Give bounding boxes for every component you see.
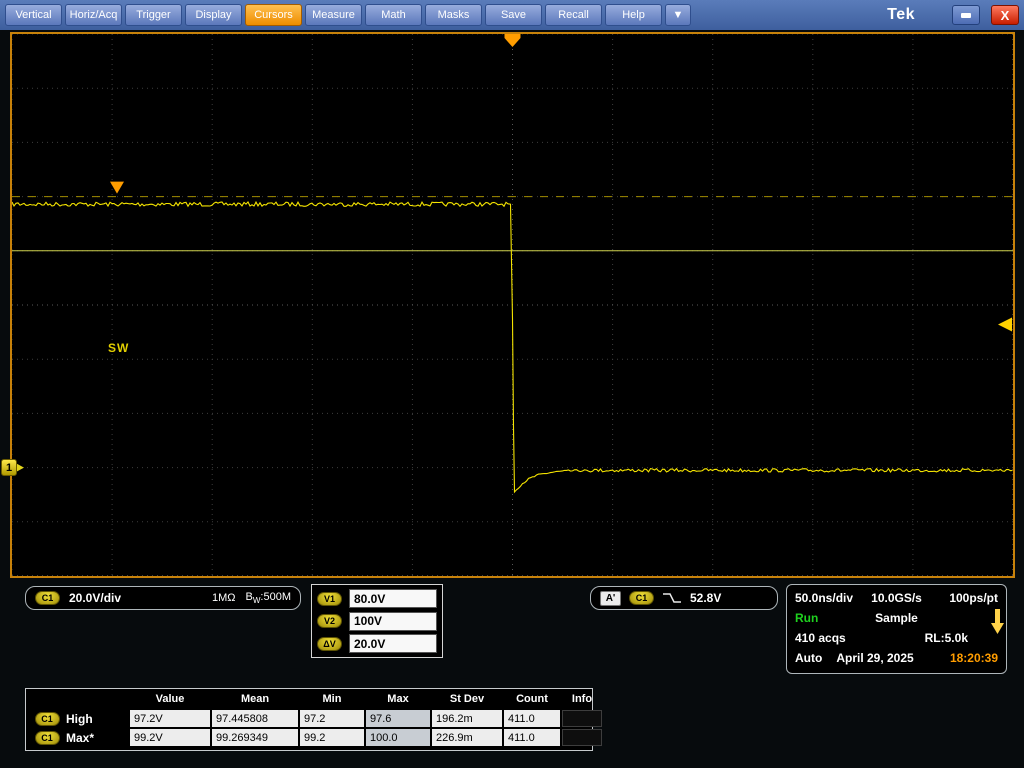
trigger-level-marker[interactable] — [998, 318, 1012, 332]
cursor-value-field[interactable]: 100V — [349, 612, 437, 631]
tek-logo: Tek — [887, 6, 915, 24]
channel1-scale: 20.0V/div — [69, 591, 121, 605]
meas-header-mean: Mean — [212, 693, 298, 708]
meas-header-min: Min — [300, 693, 364, 708]
meas-cell — [562, 729, 602, 746]
close-button[interactable]: X — [991, 5, 1019, 25]
trigger-source-badge: C1 — [629, 591, 654, 605]
meas-cell: 411.0 — [504, 729, 560, 746]
channel1-coupling: 1MΩ BW:500M — [212, 591, 291, 605]
sample-rate: 10.0GS/s — [871, 591, 922, 605]
menu-button-display[interactable]: Display — [185, 4, 242, 26]
trigger-a-badge: A' — [600, 591, 621, 606]
meas-header-st-dev: St Dev — [432, 693, 502, 708]
measurement-rows: C1High97.2V97.44580897.297.6196.2m411.0C… — [30, 710, 588, 746]
titlebar-right: Tek X — [887, 5, 1019, 25]
date-row: Auto April 29, 2025 18:20:39 — [795, 648, 998, 668]
menu-dropdown-button[interactable]: ▼ — [665, 4, 691, 26]
menu-button-recall[interactable]: Recall — [545, 4, 602, 26]
horizontal-row: 50.0ns/div 10.0GS/s 100ps/pt — [795, 588, 998, 608]
meas-source-badge: C1 — [35, 712, 60, 726]
cursor-row: V2 100V — [317, 611, 437, 632]
meas-header-info: Info — [562, 693, 602, 708]
meas-cell: 97.2 — [300, 710, 364, 727]
acq-date: April 29, 2025 — [836, 651, 913, 665]
meas-cell: 97.445808 — [212, 710, 298, 727]
acq-mode: Sample — [875, 611, 918, 625]
resolution: 100ps/pt — [949, 591, 998, 605]
meas-header-value: Value — [130, 693, 210, 708]
trigger-readout[interactable]: A' C1 52.8V — [590, 586, 778, 610]
waveform-display — [12, 34, 1013, 576]
marker-down-arrow-icon[interactable] — [991, 608, 1004, 635]
tekscope-window: VerticalHoriz/AcqTriggerDisplayCursorsMe… — [0, 0, 1024, 768]
meas-badge-cell: C1 — [30, 712, 64, 726]
minimize-button[interactable] — [952, 5, 980, 25]
cursor-value-field[interactable]: 20.0V — [349, 634, 437, 653]
meas-cell: 97.2V — [130, 710, 210, 727]
meas-cell: 97.6 — [366, 710, 430, 727]
meas-cell — [562, 710, 602, 727]
meas-cell: 411.0 — [504, 710, 560, 727]
cursor-marker[interactable] — [110, 182, 124, 194]
meas-source-badge: C1 — [35, 731, 60, 745]
cursor-badge-3: ΔV — [317, 637, 342, 651]
menu-button-save[interactable]: Save — [485, 4, 542, 26]
meas-cell: 99.269349 — [212, 729, 298, 746]
menu-button-trigger[interactable]: Trigger — [125, 4, 182, 26]
menu-button-horiz-acq[interactable]: Horiz/Acq — [65, 4, 122, 26]
run-state: Run — [795, 611, 818, 625]
menu-button-math[interactable]: Math — [365, 4, 422, 26]
meas-cell: 99.2 — [300, 729, 364, 746]
meas-cell: 99.2V — [130, 729, 210, 746]
measurement-row: C1 High97.2V97.44580897.297.6196.2m411.0 — [30, 710, 588, 727]
menu-button-help[interactable]: Help — [605, 4, 662, 26]
falling-edge-icon — [662, 591, 682, 605]
cursor-badge-1: V1 — [317, 592, 342, 606]
menu-bar: VerticalHoriz/AcqTriggerDisplayCursorsMe… — [0, 0, 1024, 30]
channel1-badge: C1 — [35, 591, 60, 605]
meas-cell: 196.2m — [432, 710, 502, 727]
channel1-readout[interactable]: C1 20.0V/div 1MΩ BW:500M — [25, 586, 301, 610]
menu-button-vertical[interactable]: Vertical — [5, 4, 62, 26]
record-length: RL:5.0k — [925, 631, 968, 645]
waveform-label-sw: SW — [108, 341, 129, 355]
minimize-icon — [961, 13, 971, 18]
cursor-value-field[interactable]: 80.0V — [349, 589, 437, 608]
trigger-mode: Auto — [795, 651, 822, 665]
channel1-ground-marker[interactable]: 1 — [1, 459, 17, 476]
menu-button-masks[interactable]: Masks — [425, 4, 482, 26]
trigger-position-marker[interactable] — [505, 34, 521, 47]
channel1-bandwidth: BW:500M — [246, 591, 291, 605]
meas-badge-cell: C1 — [30, 731, 64, 745]
meas-name: Max* — [66, 731, 128, 745]
meas-header-spacer — [66, 693, 128, 708]
cursor-readout-box: V1 80.0V V2 100V ΔV 20.0V — [311, 584, 443, 658]
meas-cell: 226.9m — [432, 729, 502, 746]
acq-time: 18:20:39 — [950, 651, 998, 665]
measurement-row: C1 Max*99.2V99.26934999.2100.0226.9m411.0 — [30, 729, 588, 746]
meas-cell: 100.0 — [366, 729, 430, 746]
menu-button-cursors[interactable]: Cursors — [245, 4, 302, 26]
measurement-header-row: ValueMeanMinMaxSt DevCountInfo — [30, 693, 588, 708]
meas-name: High — [66, 712, 128, 726]
waveform-c1-trace — [12, 202, 1013, 492]
meas-header-spacer — [30, 693, 64, 708]
meas-header-max: Max — [366, 693, 430, 708]
run-row: Run Sample — [795, 608, 998, 628]
acq-count-row: 410 acqs RL:5.0k — [795, 628, 998, 648]
acquisition-panel: 50.0ns/div 10.0GS/s 100ps/pt Run Sample … — [786, 584, 1007, 674]
trigger-level-readout: 52.8V — [690, 591, 721, 605]
cursor-row: ΔV 20.0V — [317, 633, 437, 654]
menu: VerticalHoriz/AcqTriggerDisplayCursorsMe… — [5, 4, 691, 26]
scope-display-bezel — [10, 32, 1015, 578]
measurement-table: ValueMeanMinMaxSt DevCountInfo C1High97.… — [25, 688, 593, 751]
cursor-row: V1 80.0V — [317, 588, 437, 609]
acq-count: 410 acqs — [795, 631, 846, 645]
meas-header-count: Count — [504, 693, 560, 708]
timebase: 50.0ns/div — [795, 591, 853, 605]
menu-button-measure[interactable]: Measure — [305, 4, 362, 26]
channel1-impedance: 1MΩ — [212, 592, 236, 604]
cursor-badge-2: V2 — [317, 614, 342, 628]
